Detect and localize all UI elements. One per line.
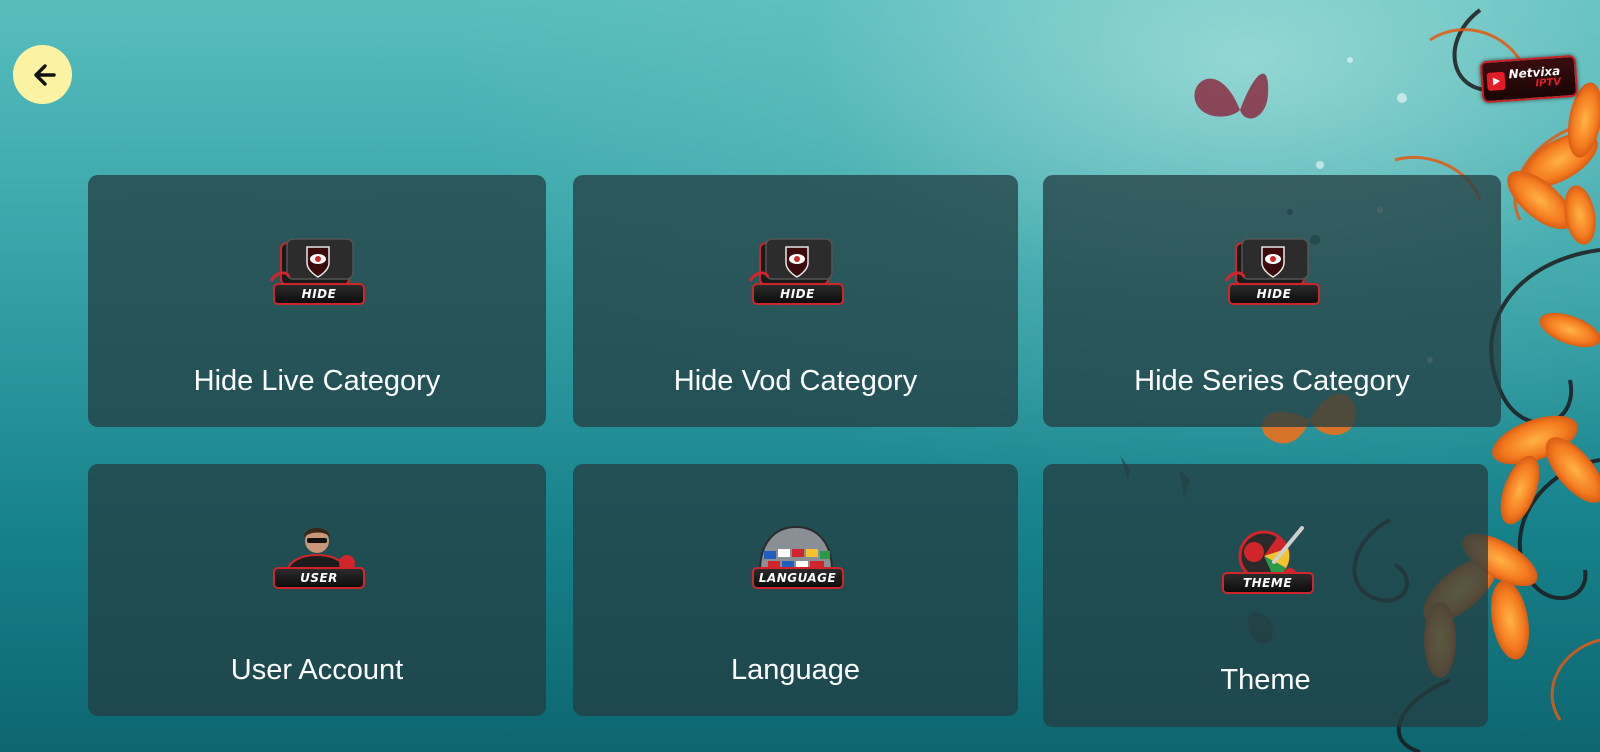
hide-series-category-card[interactable]: HIDE Hide Series Category: [1043, 175, 1501, 427]
user-icon: USER: [267, 521, 367, 591]
play-icon: [1486, 71, 1506, 91]
hide-vod-category-card[interactable]: HIDE Hide Vod Category: [573, 175, 1018, 427]
language-globe-icon: LANGUAGE: [746, 521, 846, 591]
icon-badge: HIDE: [751, 283, 844, 305]
hide-eye-icon: HIDE: [746, 237, 846, 307]
card-label: Hide Live Category: [193, 365, 441, 397]
brand-logo: Netvixa IPTV: [1479, 54, 1579, 104]
card-label: Theme: [1220, 664, 1311, 696]
user-account-card[interactable]: USER User Account: [88, 464, 546, 716]
card-label: User Account: [230, 654, 404, 686]
brand-text: Netvixa IPTV: [1508, 64, 1561, 92]
settings-screen: Netvixa IPTV HIDE Hide Live Category HID…: [0, 0, 1600, 752]
card-label: Hide Series Category: [1134, 365, 1410, 397]
language-card[interactable]: LANGUAGE Language: [573, 464, 1018, 716]
card-label: Hide Vod Category: [673, 365, 918, 397]
card-label: Language: [730, 654, 861, 686]
arrow-left-icon: [33, 63, 56, 86]
icon-badge: THEME: [1221, 572, 1314, 594]
hide-eye-icon: HIDE: [267, 237, 367, 307]
icon-badge: HIDE: [273, 283, 365, 305]
theme-palette-icon: THEME: [1216, 526, 1316, 596]
hide-eye-icon: HIDE: [1222, 237, 1322, 307]
icon-badge: USER: [273, 567, 365, 589]
icon-badge: LANGUAGE: [751, 567, 844, 589]
theme-card[interactable]: THEME Theme: [1043, 464, 1488, 727]
icon-badge: HIDE: [1228, 283, 1320, 305]
back-button[interactable]: [13, 45, 72, 104]
hide-live-category-card[interactable]: HIDE Hide Live Category: [88, 175, 546, 427]
